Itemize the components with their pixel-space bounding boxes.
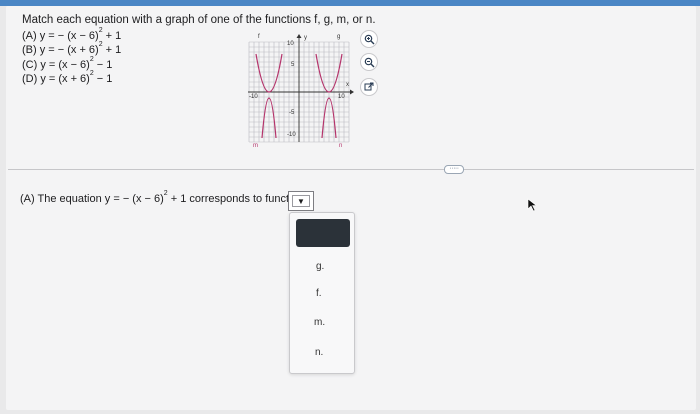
tick-neg10-bottom: -10	[287, 132, 296, 138]
function-dropdown-menu: g. f. m. n.	[289, 212, 355, 374]
label-m: m	[253, 143, 258, 148]
zoom-out-button[interactable]	[360, 53, 378, 71]
tick-neg10: -10	[249, 94, 258, 100]
tick-neg5: -5	[289, 110, 295, 116]
y-axis-arrow	[296, 34, 302, 38]
tick-10-right: 10	[338, 94, 345, 100]
option-m[interactable]: m.	[314, 317, 380, 328]
option-n[interactable]: n.	[315, 347, 381, 358]
tick-10-top: 10	[287, 41, 294, 47]
open-graph-button[interactable]	[360, 78, 378, 96]
question-text: (A) The equation y = − (x − 6)2 + 1 corr…	[20, 190, 304, 205]
x-axis-arrow	[350, 89, 354, 95]
mouse-cursor-icon	[527, 198, 538, 212]
section-divider	[8, 169, 694, 170]
equation-b: (B) y = − (x + 6)2 + 1	[22, 41, 122, 56]
function-select[interactable]: ▼	[288, 191, 314, 211]
option-f[interactable]: f.	[316, 288, 382, 299]
label-n: n	[339, 143, 342, 148]
zoom-out-icon	[364, 57, 374, 67]
zoom-in-icon	[364, 34, 374, 44]
instructions-text: Match each equation with a graph of one …	[22, 14, 376, 26]
chevron-down-icon: ▼	[292, 195, 310, 207]
external-link-icon	[364, 82, 374, 91]
option-g[interactable]: g.	[316, 261, 382, 272]
label-f: f	[258, 34, 260, 40]
y-axis-label: y	[304, 35, 307, 41]
label-g: g	[337, 34, 340, 40]
equation-c: (C) y = (x − 6)2 − 1	[22, 56, 113, 71]
equation-a: (A) y = − (x − 6)2 + 1	[22, 27, 122, 42]
function-graph: f g m n y x 10 5 -10 10 -5 -10	[248, 34, 354, 148]
show-more-button[interactable]: ·····	[444, 165, 464, 174]
zoom-in-button[interactable]	[360, 30, 378, 48]
equation-d: (D) y = (x + 6)2 − 1	[22, 70, 113, 85]
dropdown-highlighted-option[interactable]	[296, 219, 350, 247]
x-axis-label: x	[346, 82, 349, 88]
